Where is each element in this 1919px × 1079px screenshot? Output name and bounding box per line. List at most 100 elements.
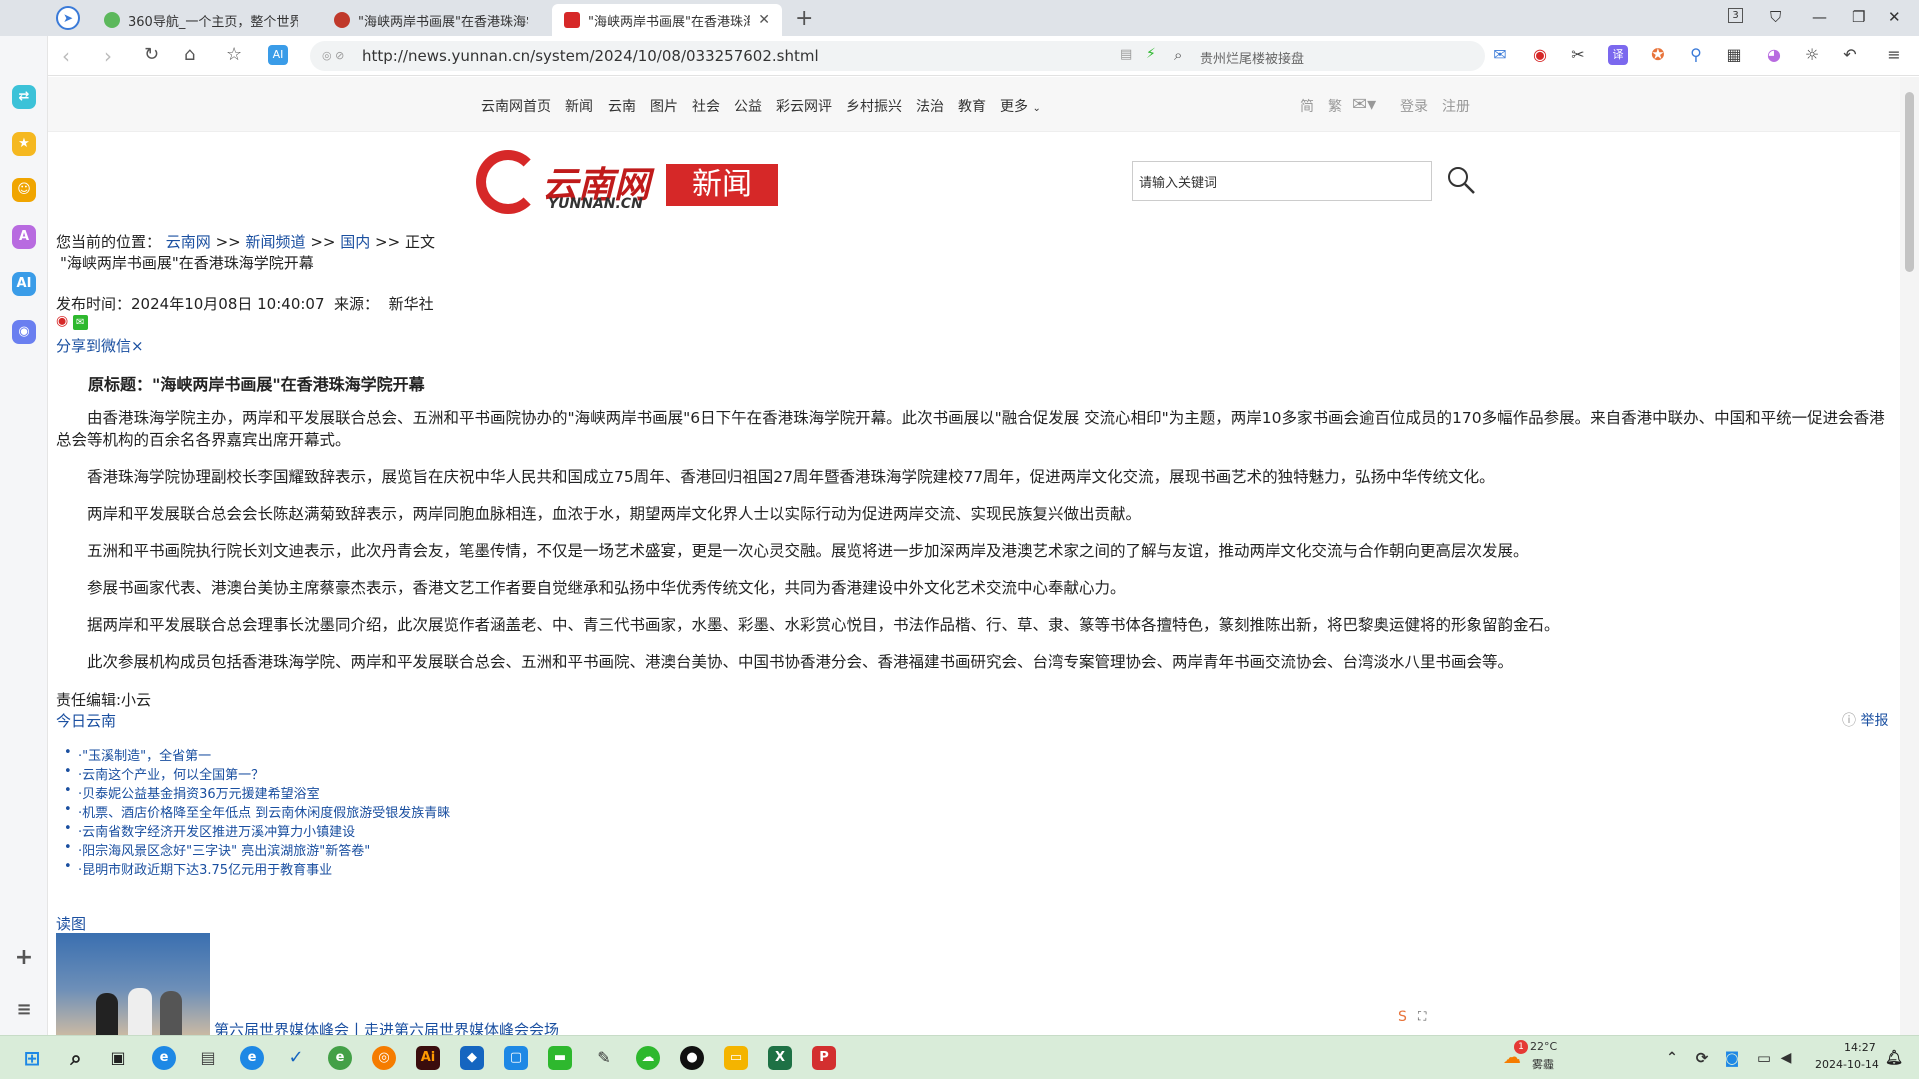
site-info-icon[interactable]: ◎ ⊘	[322, 49, 344, 62]
network-icon[interactable]: ▭	[1752, 1046, 1776, 1070]
edge-icon[interactable]: e	[152, 1046, 176, 1070]
report-link[interactable]: ⓘ 举报	[1842, 710, 1888, 730]
sidebar-ai-chat-icon[interactable]: AI	[12, 272, 36, 296]
expand-icon[interactable]: ⛶	[1418, 1009, 1426, 1024]
qq-icon[interactable]: ●	[680, 1046, 704, 1070]
360-browser-icon[interactable]: e	[328, 1046, 352, 1070]
site-search-input[interactable]: 请输入关键词	[1139, 172, 1217, 191]
forward-icon[interactable]: ›	[104, 44, 112, 68]
login-link[interactable]: 登录	[1400, 96, 1428, 116]
nav-law[interactable]: 法治	[916, 96, 944, 116]
related-item[interactable]: ·云南省数字经济开发区推进万溪冲算力小镇建设	[64, 821, 355, 840]
breadcrumb-yunnan[interactable]: 云南网	[166, 233, 211, 251]
pin-icon[interactable]: ⛉	[1770, 8, 1781, 26]
tab-360[interactable]: 360导航_一个主页，整个世界	[92, 4, 312, 36]
tray-app-icon[interactable]: ◙	[1720, 1046, 1744, 1070]
browser-search-box[interactable]: ⌕ 贵州烂尾楼被接盘	[1160, 41, 1485, 71]
nav-rural[interactable]: 乡村振兴	[846, 96, 902, 116]
traditional-link[interactable]: 繁	[1328, 96, 1342, 116]
back-icon[interactable]: ‹	[62, 44, 70, 68]
mail-icon[interactable]: ✉	[1490, 45, 1510, 65]
brightness-icon[interactable]: ☼	[1802, 45, 1822, 65]
nav-home[interactable]: 云南网首页	[481, 96, 551, 116]
screenshot-icon[interactable]: ✂	[1568, 45, 1588, 65]
register-link[interactable]: 注册	[1442, 96, 1470, 116]
mail-icon[interactable]: ✉▾	[1352, 94, 1376, 115]
related-item[interactable]: ·机票、酒店价格降至全年低点 到云南休闲度假旅游受银发族青睐	[64, 802, 450, 821]
sidebar-ai-icon[interactable]: A	[12, 225, 36, 249]
volume-icon[interactable]: ◀	[1774, 1046, 1798, 1070]
new-tab-button[interactable]: +	[795, 6, 813, 31]
simplified-link[interactable]: 简	[1300, 96, 1314, 116]
vscode-icon[interactable]: ✓	[284, 1046, 308, 1070]
weather-desc[interactable]: 雾霾	[1532, 1056, 1554, 1072]
widget-icon[interactable]: ▤	[196, 1046, 220, 1070]
weibo-icon[interactable]: ◉	[1530, 45, 1550, 65]
read-pic-heading[interactable]: 读图	[56, 913, 86, 934]
nav-news[interactable]: 新闻	[565, 96, 593, 116]
green-app-icon[interactable]: ▬	[548, 1046, 572, 1070]
sidebar-menu-icon[interactable]: ≡	[12, 998, 36, 1022]
related-item[interactable]: ·贝泰妮公益基金捐资36万元援建希望浴室	[64, 783, 320, 802]
illustrator-icon[interactable]: Ai	[416, 1046, 440, 1070]
wechat-icon[interactable]: ☁	[636, 1046, 660, 1070]
menu-icon[interactable]: ≡	[1884, 45, 1904, 65]
related-item[interactable]: ·"玉溪制造"，全省第一	[64, 745, 211, 764]
magnifier-icon[interactable]: ⚲	[1686, 45, 1706, 65]
sidebar-favorites-icon[interactable]: ★	[12, 132, 36, 156]
minimize-icon[interactable]: —	[1812, 8, 1827, 26]
excel-icon[interactable]: X	[768, 1046, 792, 1070]
related-item[interactable]: ·阳宗海风景区念好"三字诀" 亮出滨湖旅游"新答卷"	[64, 840, 370, 859]
task-view-icon[interactable]: ▣	[106, 1046, 130, 1070]
read-pic-caption[interactable]: 第六届世界媒体峰会丨走进第六届世界媒体峰会会场	[214, 1019, 559, 1035]
home-icon[interactable]: ⌂	[184, 44, 195, 65]
sidebar-add-icon[interactable]: +	[12, 946, 36, 970]
refresh-icon[interactable]: ↻	[144, 44, 159, 65]
nav-society[interactable]: 社会	[692, 96, 720, 116]
address-bar[interactable]: ◎ ⊘ http://news.yunnan.cn/system/2024/10…	[310, 41, 1190, 71]
nav-yunnan[interactable]: 云南	[608, 96, 636, 116]
window-app-icon[interactable]: ▢	[504, 1046, 528, 1070]
navigate-icon[interactable]: ➤	[56, 6, 80, 30]
scrollbar-thumb[interactable]	[1905, 92, 1914, 272]
speed-mode-icon[interactable]: ⚡	[1146, 46, 1156, 62]
game-icon[interactable]: ✪	[1648, 45, 1668, 65]
undo-icon[interactable]: ↶	[1840, 45, 1860, 65]
related-item[interactable]: ·昆明市财政近期下达3.75亿元用于教育事业	[64, 859, 332, 878]
nav-pictures[interactable]: 图片	[650, 96, 678, 116]
tab-article-active[interactable]: "海峡两岸书画展"在香港珠海学 ✕	[552, 4, 782, 36]
share-wechat-link[interactable]: 分享到微信×	[56, 335, 144, 356]
page-scrollbar[interactable]	[1900, 77, 1919, 1035]
pen-icon[interactable]: ✎	[592, 1046, 616, 1070]
url-input[interactable]: http://news.yunnan.cn/system/2024/10/08/…	[362, 47, 819, 65]
bookmark-star-icon[interactable]: ☆	[226, 44, 242, 65]
nav-education[interactable]: 教育	[958, 96, 986, 116]
site-search-icon[interactable]	[1446, 165, 1476, 195]
sync-icon[interactable]: ⟳	[1690, 1046, 1714, 1070]
restore-icon[interactable]: ❐	[1852, 8, 1865, 26]
clock-time[interactable]: 14:27	[1844, 1041, 1876, 1054]
file-explorer-icon[interactable]: ▭	[724, 1046, 748, 1070]
notification-bell-icon[interactable]: 🔔︎	[1882, 1046, 1906, 1070]
related-heading[interactable]: 今日云南	[56, 710, 116, 731]
sogou-ime-icon[interactable]: S	[1398, 1009, 1407, 1025]
apps-grid-icon[interactable]: ▦	[1724, 45, 1744, 65]
reader-icon[interactable]: ▤	[1120, 47, 1132, 62]
color-wheel-icon[interactable]: ◕	[1764, 45, 1784, 65]
search-icon[interactable]: ⌕	[64, 1046, 88, 1070]
close-tab-icon[interactable]: ✕	[758, 12, 770, 28]
ai-icon[interactable]: AI	[268, 45, 288, 65]
breadcrumb-domestic[interactable]: 国内	[340, 233, 370, 251]
browser-search-input[interactable]: 贵州烂尾楼被接盘	[1200, 48, 1304, 67]
clock-date[interactable]: 2024-10-14	[1815, 1058, 1879, 1071]
sidebar-assistant-icon[interactable]: ☺	[12, 178, 36, 202]
dingtalk-icon[interactable]: ◆	[460, 1046, 484, 1070]
related-item[interactable]: ·云南这个产业，何以全国第一？	[64, 764, 264, 783]
close-window-icon[interactable]: ✕	[1888, 8, 1901, 26]
tray-chevron-up-icon[interactable]: ⌃	[1660, 1046, 1684, 1070]
breadcrumb-news[interactable]: 新闻频道	[246, 233, 306, 251]
wechat-share-icon[interactable]: ✉	[72, 315, 88, 330]
site-search-box[interactable]: 请输入关键词	[1132, 161, 1432, 201]
weather-temp[interactable]: 22°C	[1530, 1040, 1557, 1053]
nav-more[interactable]: 更多 ⌄	[1000, 96, 1041, 116]
